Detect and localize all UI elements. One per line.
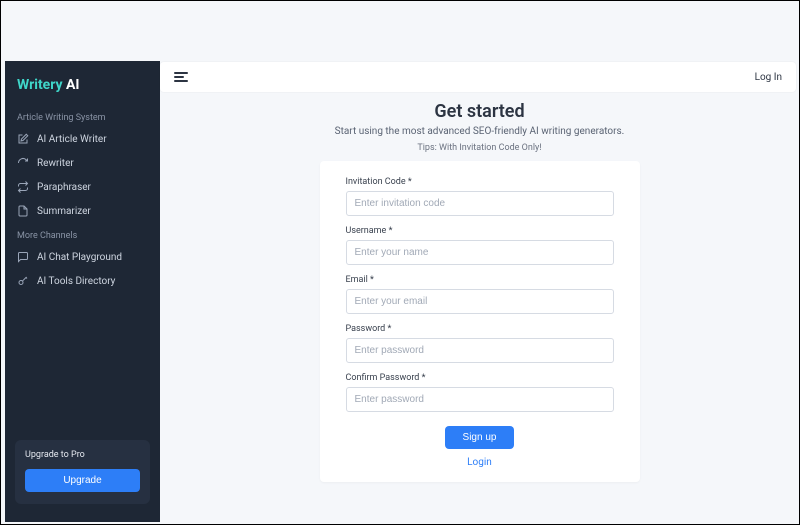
- sidebar-item-label: Paraphraser: [37, 182, 91, 193]
- confirm-password-input[interactable]: [346, 387, 614, 412]
- key-icon: [17, 275, 29, 287]
- sidebar-item-paraphraser[interactable]: Paraphraser: [5, 175, 160, 199]
- login-link-top[interactable]: Log In: [755, 72, 782, 83]
- rewrite-icon: [17, 157, 29, 169]
- topbar: Log In: [160, 62, 796, 92]
- sidebar-item-label: Rewriter: [37, 158, 74, 169]
- main: Log In Get started Start using the most …: [160, 1, 799, 524]
- password-label: Password *: [346, 324, 614, 334]
- chat-icon: [17, 251, 29, 263]
- document-icon: [17, 205, 29, 217]
- sidebar-item-label: AI Chat Playground: [37, 252, 122, 263]
- upgrade-card: Upgrade to Pro Upgrade: [15, 440, 150, 504]
- email-label: Email *: [346, 275, 614, 285]
- sidebar-item-label: AI Tools Directory: [37, 276, 115, 287]
- sidebar: Writery AI Article Writing System AI Art…: [5, 61, 160, 522]
- upgrade-title: Upgrade to Pro: [25, 450, 140, 460]
- signup-button[interactable]: Sign up: [445, 426, 515, 449]
- invitation-tip: Tips: With Invitation Code Only!: [180, 143, 779, 153]
- invite-label: Invitation Code *: [346, 177, 614, 187]
- page-heading: Get started: [180, 101, 779, 122]
- repeat-icon: [17, 181, 29, 193]
- page-subheading: Start using the most advanced SEO-friend…: [180, 126, 779, 137]
- username-input[interactable]: [346, 240, 614, 265]
- confirm-password-label: Confirm Password *: [346, 373, 614, 383]
- upgrade-button[interactable]: Upgrade: [25, 469, 140, 492]
- sidebar-item-summarizer[interactable]: Summarizer: [5, 199, 160, 223]
- brand-part2: AI: [63, 77, 80, 93]
- content: Get started Start using the most advance…: [160, 101, 799, 502]
- sidebar-item-ai-tools-directory[interactable]: AI Tools Directory: [5, 269, 160, 293]
- brand-part1: Writery: [17, 77, 63, 93]
- password-input[interactable]: [346, 338, 614, 363]
- sidebar-item-rewriter[interactable]: Rewriter: [5, 151, 160, 175]
- sidebar-section-writing: Article Writing System: [5, 105, 160, 127]
- login-link-bottom[interactable]: Login: [346, 457, 614, 468]
- sidebar-item-ai-chat-playground[interactable]: AI Chat Playground: [5, 245, 160, 269]
- username-label: Username *: [346, 226, 614, 236]
- menu-icon[interactable]: [174, 72, 188, 82]
- sidebar-section-more: More Channels: [5, 223, 160, 245]
- invitation-code-input[interactable]: [346, 191, 614, 216]
- sidebar-item-ai-article-writer[interactable]: AI Article Writer: [5, 127, 160, 151]
- email-input[interactable]: [346, 289, 614, 314]
- sidebar-item-label: Summarizer: [37, 206, 91, 217]
- edit-icon: [17, 133, 29, 145]
- brand-logo: Writery AI: [5, 71, 160, 105]
- sidebar-item-label: AI Article Writer: [37, 134, 107, 145]
- signup-form: Invitation Code * Username * Email * Pas…: [320, 161, 640, 482]
